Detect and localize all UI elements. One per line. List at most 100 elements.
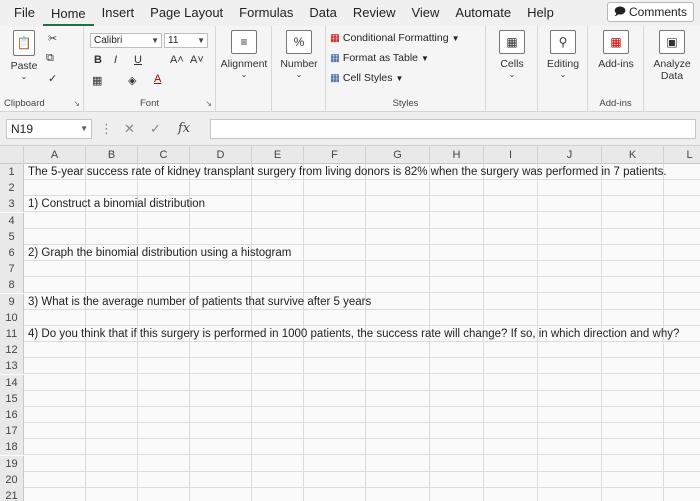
fill-color-icon[interactable]: ◈: [128, 74, 136, 87]
paste-icon: 📋: [13, 30, 35, 56]
row-header[interactable]: 14: [0, 374, 24, 391]
cell-a3[interactable]: 1) Construct a binomial distribution: [28, 196, 205, 212]
column-header-h[interactable]: H: [430, 146, 484, 164]
column-header-i[interactable]: I: [484, 146, 538, 164]
enter-icon[interactable]: ✓: [150, 121, 161, 137]
row-header[interactable]: 20: [0, 471, 24, 488]
row-header[interactable]: 6: [0, 245, 24, 261]
cells-button[interactable]: ▦ Cells ⌄: [488, 30, 536, 79]
spreadsheet-grid[interactable]: ABCDEFGHIJKL 1 The 5-year success rate of…: [0, 146, 700, 501]
insert-function-icon[interactable]: fx: [178, 121, 190, 136]
cells-label: Cells: [500, 58, 524, 70]
column-header-d[interactable]: D: [190, 146, 252, 164]
row-header[interactable]: 19: [0, 455, 24, 472]
row-header[interactable]: 3: [0, 196, 24, 213]
row-header[interactable]: 12: [0, 342, 24, 359]
name-box[interactable]: N19 ▼: [6, 119, 92, 139]
percent-icon: %: [286, 30, 312, 54]
font-group: Calibri ▼ 11 ▼ B I U A˄ A˅ ▦ ◈ A Font ↘: [84, 26, 216, 112]
cell-a6[interactable]: 2) Graph the binomial distribution using…: [28, 245, 291, 261]
column-header-j[interactable]: J: [538, 146, 602, 164]
font-group-label: Font: [139, 98, 159, 109]
row-header[interactable]: 4: [0, 212, 24, 229]
more-options-icon[interactable]: ⋮: [100, 121, 113, 137]
borders-icon[interactable]: ▦: [92, 74, 102, 87]
editing-button[interactable]: ⚲ Editing ⌄: [540, 30, 586, 79]
formula-input[interactable]: [210, 119, 696, 139]
alignment-label: Alignment: [220, 58, 268, 70]
cell-a1[interactable]: The 5-year success rate of kidney transp…: [28, 164, 667, 180]
row-header[interactable]: 16: [0, 407, 24, 423]
bold-button[interactable]: B: [94, 54, 102, 66]
row-header[interactable]: 15: [0, 390, 24, 407]
font-launcher-icon[interactable]: ↘: [205, 99, 212, 108]
tab-review[interactable]: Review: [345, 0, 404, 26]
paste-button[interactable]: 📋 Paste ⌄: [6, 30, 42, 81]
select-all-corner[interactable]: [0, 146, 24, 164]
tab-home[interactable]: Home: [42, 2, 94, 26]
tab-view[interactable]: View: [403, 0, 447, 26]
alignment-group: ≡ Alignment ⌄: [216, 26, 272, 112]
conditional-formatting-icon: ▦: [330, 32, 340, 44]
conditional-formatting-button[interactable]: ▦ Conditional Formatting ▼: [330, 32, 459, 44]
table-row: 11 4) Do you think that if this surgery i…: [0, 326, 700, 342]
table-row: 3 1) Construct a binomial distribution: [0, 196, 700, 213]
tab-page-layout[interactable]: Page Layout: [142, 0, 231, 26]
row-header[interactable]: 9: [0, 293, 24, 310]
format-as-table-button[interactable]: ▦ Format as Table ▼: [330, 52, 429, 64]
font-name-dropdown[interactable]: Calibri ▼: [90, 33, 162, 48]
column-header-a[interactable]: A: [24, 146, 86, 164]
cell-a11[interactable]: 4) Do you think that if this surgery is …: [28, 326, 679, 342]
column-header-l[interactable]: L: [664, 146, 700, 164]
format-painter-icon[interactable]: ✓: [48, 72, 57, 85]
font-size-dropdown[interactable]: 11 ▼: [164, 33, 208, 48]
table-row: 18: [0, 439, 700, 456]
font-color-icon[interactable]: A: [154, 73, 161, 85]
column-header-e[interactable]: E: [252, 146, 304, 164]
formula-bar: N19 ▼ ⋮ ✕ ✓ fx: [0, 112, 700, 146]
row-header[interactable]: 8: [0, 277, 24, 294]
column-header-b[interactable]: B: [86, 146, 138, 164]
shrink-font-button[interactable]: A˅: [190, 54, 204, 66]
copy-icon[interactable]: ⧉: [46, 52, 54, 65]
row-header[interactable]: 2: [0, 180, 24, 197]
tab-file[interactable]: File: [6, 0, 43, 26]
addins-button[interactable]: ▦ Add-ins: [590, 30, 642, 70]
row-header[interactable]: 13: [0, 358, 24, 375]
cell-styles-button[interactable]: ▦ Cell Styles ▼: [330, 72, 403, 84]
analyze-data-button[interactable]: ▣ Analyze Data: [646, 30, 698, 82]
cancel-icon[interactable]: ✕: [124, 121, 135, 137]
alignment-button[interactable]: ≡ Alignment ⌄: [218, 30, 270, 79]
cell-a9[interactable]: 3) What is the average number of patient…: [28, 294, 371, 310]
cells-icon: ▦: [499, 30, 525, 54]
analyze-label-line1: Analyze: [653, 58, 691, 70]
row-header[interactable]: 17: [0, 423, 24, 440]
number-button[interactable]: % Number ⌄: [274, 30, 324, 79]
row-header[interactable]: 11: [0, 326, 24, 342]
tab-data[interactable]: Data: [301, 0, 344, 26]
column-header-g[interactable]: G: [366, 146, 430, 164]
column-header-f[interactable]: F: [304, 146, 366, 164]
comments-button[interactable]: 🗩 Comments: [606, 2, 694, 22]
table-row: 12: [0, 342, 700, 359]
tab-automate[interactable]: Automate: [447, 0, 519, 26]
row-header[interactable]: 7: [0, 261, 24, 278]
underline-button[interactable]: U: [134, 54, 142, 66]
row-header[interactable]: 21: [0, 488, 24, 501]
tab-help[interactable]: Help: [519, 0, 562, 26]
tab-formulas[interactable]: Formulas: [231, 0, 301, 26]
italic-button[interactable]: I: [114, 54, 117, 66]
row-header[interactable]: 1: [0, 164, 24, 180]
addins-icon: ▦: [603, 30, 629, 54]
tab-insert[interactable]: Insert: [94, 0, 143, 26]
cut-icon[interactable]: ✂: [48, 32, 57, 45]
clipboard-launcher-icon[interactable]: ↘: [73, 99, 80, 108]
row-header[interactable]: 5: [0, 228, 24, 245]
row-header[interactable]: 10: [0, 309, 24, 326]
cell-styles-label: Cell Styles: [342, 72, 393, 84]
number-label: Number: [280, 58, 318, 70]
row-header[interactable]: 18: [0, 439, 24, 456]
column-header-c[interactable]: C: [138, 146, 190, 164]
grow-font-button[interactable]: A˄: [170, 54, 184, 66]
column-header-k[interactable]: K: [602, 146, 664, 164]
